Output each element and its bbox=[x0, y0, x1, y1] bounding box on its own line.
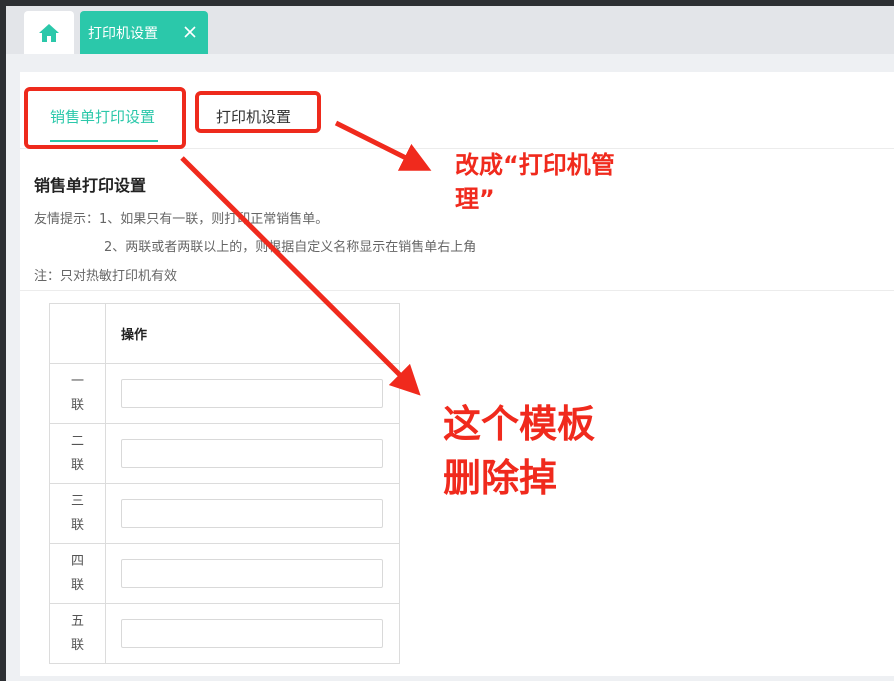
row-label-cell: 二联 bbox=[49, 423, 106, 484]
table-header-blank bbox=[49, 303, 106, 364]
rename-annotation: 改成“打印机管理” bbox=[455, 151, 615, 213]
row-input-cell bbox=[105, 483, 400, 544]
hint-line-1: 友情提示：1、如果只有一联，则打印正常销售单。 bbox=[34, 212, 329, 227]
table-row: 五联 bbox=[49, 603, 400, 664]
table-header-action: 操作 bbox=[105, 303, 400, 364]
row-input-cell bbox=[105, 603, 400, 664]
table-header-row: 操作 bbox=[49, 303, 400, 364]
row-label: 五联 bbox=[70, 613, 84, 653]
row-input-cell bbox=[105, 363, 400, 424]
hint-line-2: 2、两联或者两联以上的，则根据自定义名称显示在销售单右上角 bbox=[104, 240, 477, 255]
table-row: 四联 bbox=[49, 543, 400, 604]
tab-printer-settings-label: 打印机设置 bbox=[88, 25, 158, 42]
row-label-cell: 三联 bbox=[49, 483, 106, 544]
highlight-box-printer-tab bbox=[195, 91, 321, 133]
action-header-label: 操作 bbox=[121, 328, 148, 343]
delete-annotation-line-1: 这个模板 bbox=[443, 402, 596, 446]
table-row: 二联 bbox=[49, 423, 400, 484]
tab-printer-settings[interactable]: 打印机设置 bbox=[80, 11, 208, 54]
copy-name-input-3[interactable] bbox=[121, 499, 383, 528]
table-row: 一联 bbox=[49, 363, 400, 424]
row-label-cell: 一联 bbox=[49, 363, 106, 424]
tab-home[interactable] bbox=[24, 11, 74, 54]
row-input-cell bbox=[105, 423, 400, 484]
row-label-cell: 五联 bbox=[49, 603, 106, 664]
row-label: 三联 bbox=[70, 493, 84, 533]
copy-name-input-2[interactable] bbox=[121, 439, 383, 468]
row-input-cell bbox=[105, 543, 400, 604]
copy-name-input-5[interactable] bbox=[121, 619, 383, 648]
home-icon bbox=[39, 23, 59, 42]
print-template-table: 操作 一联 二联 三联 四联 五联 bbox=[49, 303, 400, 664]
row-label: 四联 bbox=[70, 553, 84, 593]
delete-annotation-line-2: 删除掉 bbox=[443, 456, 558, 500]
tab-bar: 打印机设置 bbox=[6, 6, 894, 54]
section-title: 销售单打印设置 bbox=[34, 176, 147, 195]
row-label: 一联 bbox=[70, 373, 84, 413]
close-icon[interactable] bbox=[180, 22, 200, 42]
divider bbox=[20, 290, 894, 291]
thermal-note: 注：只对热敏打印机有效 bbox=[34, 269, 178, 284]
highlight-box-sales-tab bbox=[24, 87, 186, 149]
table-row: 三联 bbox=[49, 483, 400, 544]
copy-name-input-4[interactable] bbox=[121, 559, 383, 588]
row-label-cell: 四联 bbox=[49, 543, 106, 604]
row-label: 二联 bbox=[70, 433, 84, 473]
copy-name-input-1[interactable] bbox=[121, 379, 383, 408]
